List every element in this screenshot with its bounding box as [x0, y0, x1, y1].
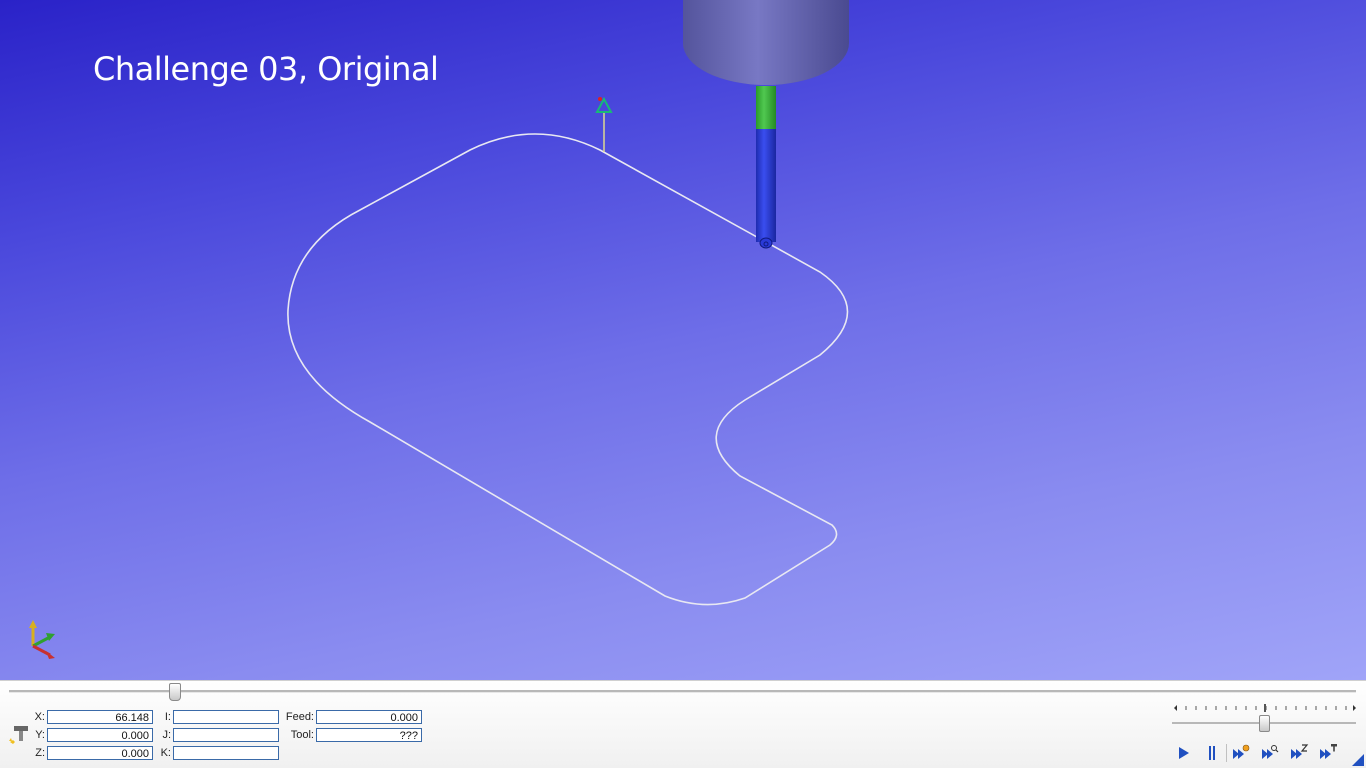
k-field[interactable] — [173, 746, 279, 760]
tool-status-icon — [9, 726, 28, 744]
z-label: Z: — [35, 747, 45, 759]
step-to-z-icon[interactable] — [1289, 743, 1309, 763]
y-field[interactable]: 0.000 — [47, 728, 153, 742]
feed-label: Feed: — [285, 711, 314, 723]
i-field[interactable] — [173, 710, 279, 724]
play-icon[interactable] — [1174, 743, 1194, 763]
xyz-axis-triad-icon — [29, 620, 55, 659]
i-label: I: — [164, 711, 171, 723]
feed-field[interactable]: 0.000 — [316, 710, 422, 724]
x-label: X: — [34, 711, 45, 723]
y-label: Y: — [35, 729, 45, 741]
j-label: J: — [162, 729, 171, 741]
tool-field[interactable]: ??? — [316, 728, 422, 742]
simulation-viewport[interactable]: Challenge 03, Original — [0, 0, 1366, 680]
z-field[interactable]: 0.000 — [47, 746, 153, 760]
speed-slider-thumb[interactable] — [1259, 715, 1270, 732]
tool-label: Tool: — [290, 729, 314, 741]
x-field[interactable]: 66.148 — [47, 710, 153, 724]
origin-marker-icon — [595, 96, 613, 113]
resize-grip-icon[interactable] — [1352, 754, 1364, 766]
pause-icon[interactable] — [1202, 743, 1222, 763]
tool-holder — [683, 0, 849, 85]
timeline-slider-track[interactable] — [9, 690, 1356, 693]
tool-collar — [756, 86, 776, 129]
step-to-tool-icon[interactable] — [1318, 743, 1338, 763]
toolpath-scene — [29, 0, 849, 659]
timeline-slider-thumb[interactable] — [169, 683, 181, 701]
controls-divider — [1226, 744, 1227, 762]
tool-shank — [756, 129, 776, 242]
speed-slider-ticks — [1174, 704, 1356, 712]
step-to-point-icon[interactable] — [1231, 743, 1251, 763]
k-label: K: — [160, 747, 171, 759]
step-to-search-icon[interactable] — [1260, 743, 1280, 763]
j-field[interactable] — [173, 728, 279, 742]
origin-marker-dot — [598, 97, 602, 101]
